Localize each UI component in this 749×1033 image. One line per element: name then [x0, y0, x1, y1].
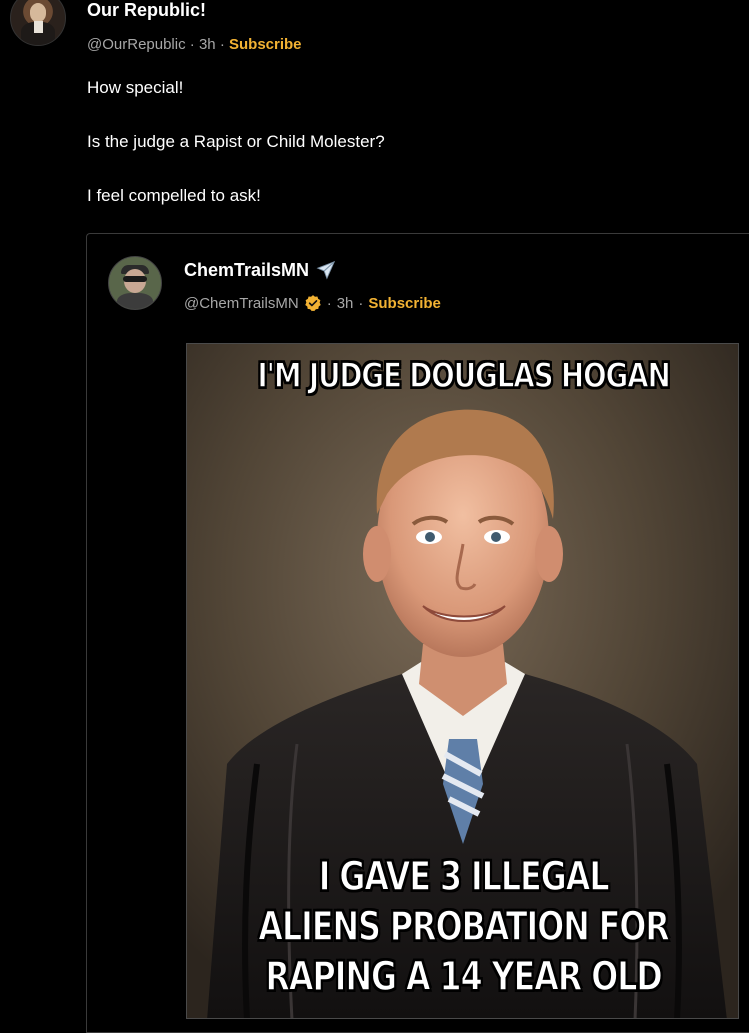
post-time[interactable]: 3h [199, 36, 216, 53]
airplane-icon [316, 260, 336, 280]
meta-separator: · [326, 294, 332, 312]
quoted-subscribe-button[interactable]: Subscribe [368, 295, 441, 312]
author-handle[interactable]: @OurRepublic [87, 36, 186, 53]
quoted-author-avatar[interactable] [108, 256, 162, 310]
author-name[interactable]: Our Republic! [87, 0, 206, 21]
meme-bottom-caption: I GAVE 3 ILLEGAL ALIENS PROBATION FOR RA… [242, 852, 684, 1002]
subscribe-button[interactable]: Subscribe [229, 36, 302, 53]
post-meta: @OurRepublic · 3h · Subscribe [87, 36, 302, 53]
quoted-author-handle[interactable]: @ChemTrailsMN [184, 295, 299, 312]
avatar-collar [34, 21, 43, 33]
meme-image[interactable]: I'M JUDGE DOUGLAS HOGAN I GAVE 3 ILLEGAL… [186, 343, 739, 1019]
meta-separator: · [189, 36, 195, 53]
post-body-line: I feel compelled to ask! [87, 186, 261, 205]
avatar-face [30, 3, 46, 22]
avatar-glasses [123, 276, 147, 282]
meme-caption-line: I GAVE 3 ILLEGAL [318, 853, 610, 901]
post-body-line: Is the judge a Rapist or Child Molester? [87, 132, 385, 151]
meme-caption-line: ALIENS PROBATION FOR [258, 903, 671, 951]
verified-badge-icon [304, 295, 321, 312]
post: Our Republic! @OurRepublic · 3h · Subscr… [0, 0, 749, 1033]
quoted-author-name[interactable]: ChemTrailsMN [184, 260, 309, 281]
avatar-shirt [117, 293, 153, 309]
quoted-post-time[interactable]: 3h [337, 295, 354, 312]
meta-separator: · [219, 36, 225, 53]
quoted-author-name-row: ChemTrailsMN [184, 259, 337, 281]
quoted-post-meta: @ChemTrailsMN · 3h · Subscribe [184, 294, 441, 312]
post-body-line: How special! [87, 78, 184, 97]
meme-top-caption: I'M JUDGE DOUGLAS HOGAN [257, 355, 672, 397]
author-avatar[interactable] [10, 0, 66, 46]
meta-separator: · [358, 294, 364, 312]
meme-caption-line: RAPING A 14 YEAR OLD [265, 953, 664, 1001]
